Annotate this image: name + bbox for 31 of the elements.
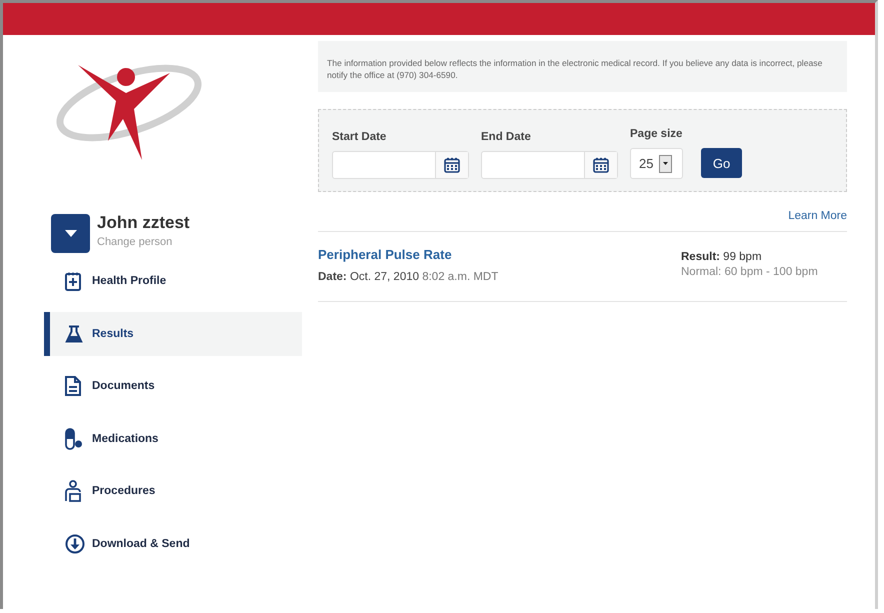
person-name: John zztest <box>97 213 190 233</box>
pill-icon <box>65 428 83 450</box>
calendar-icon[interactable] <box>444 157 460 173</box>
start-date-field[interactable] <box>332 151 469 179</box>
field-label: Page size <box>630 128 683 140</box>
caret-icon <box>663 162 668 165</box>
person-icon <box>65 480 81 502</box>
notice-text: The information provided below reflects the information in the electronic medical record. If you believe any data is incorrect, please notify the office at (970) 304-6590. <box>318 41 847 92</box>
download-icon <box>65 534 85 554</box>
page-size-select[interactable]: 25 <box>630 148 683 179</box>
nav-item[interactable]: Documents <box>44 364 302 408</box>
learn-more-link[interactable]: Learn More <box>788 210 847 222</box>
caret-icon <box>64 230 76 237</box>
field-label: End Date <box>481 131 532 143</box>
field-label: Start Date <box>332 131 388 143</box>
end-date-field[interactable] <box>481 151 618 179</box>
flask-icon <box>65 324 83 343</box>
calendar-icon[interactable] <box>593 157 609 173</box>
person-dropdown-button[interactable] <box>51 214 90 253</box>
document-icon <box>65 376 81 396</box>
nav-item[interactable]: Download & Send <box>44 522 302 566</box>
result-title-link[interactable]: Peripheral Pulse Rate <box>318 247 498 262</box>
clipboard-plus-icon <box>65 271 81 291</box>
result-value: Result: 99 bpm <box>681 251 763 263</box>
nav-item[interactable]: Results <box>44 312 302 356</box>
nav-item[interactable]: Procedures <box>44 469 302 514</box>
nav-item[interactable]: Medications <box>44 416 302 461</box>
nav-item[interactable]: Health Profile <box>44 259 302 303</box>
result-date: Date: Oct. 27, 2010 8:02 a.m. MDT <box>318 271 498 283</box>
go-button[interactable]: Go <box>701 148 742 178</box>
normal-range: Normal: 60 bpm - 100 bpm <box>681 266 819 278</box>
